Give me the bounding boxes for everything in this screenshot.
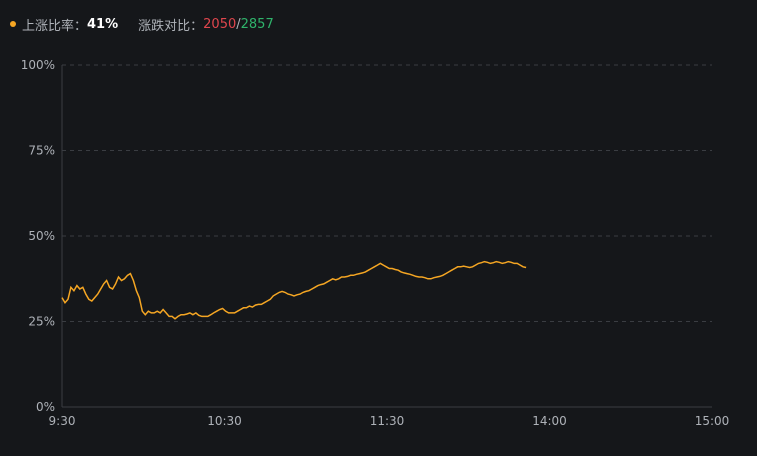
x-tick-label: 9:30 [49,414,76,428]
rise-ratio-line-chart: 0% 25% 50% 75% 100% 9:30 10:30 11:30 14:00 15:00 [21,58,730,428]
x-axis-ticks: 9:30 10:30 11:30 14:00 15:00 [49,414,730,428]
x-tick-label: 10:30 [207,414,242,428]
x-tick-label: 15:00 [695,414,730,428]
grid-lines [62,64,712,322]
x-tick-label: 14:00 [532,414,567,428]
rise-ratio-series-line [61,260,527,320]
x-tick-label: 11:30 [370,414,405,428]
y-axis-ticks: 0% 25% 50% 75% 100% [21,58,55,414]
y-tick-label: 25% [28,315,55,329]
y-tick-label: 100% [21,58,55,72]
y-tick-label: 50% [28,229,55,243]
y-tick-label: 0% [36,400,55,414]
y-tick-label: 75% [28,144,55,158]
